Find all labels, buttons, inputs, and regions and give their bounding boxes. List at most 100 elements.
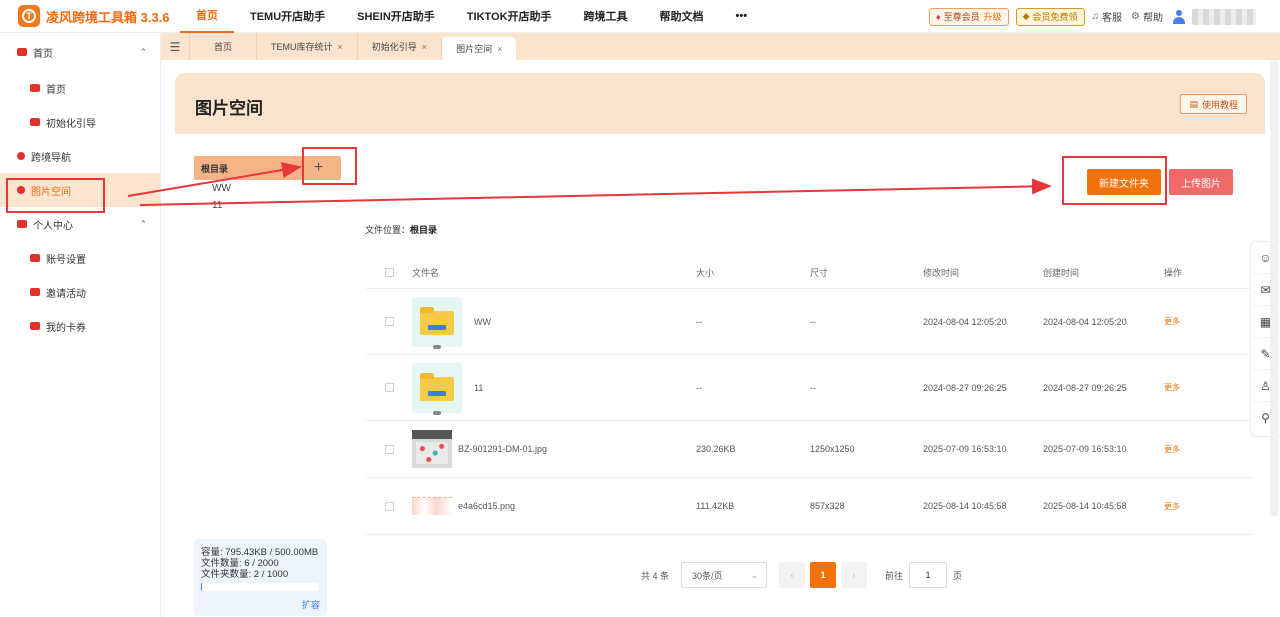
row-checkbox[interactable] [384, 383, 394, 392]
service-label: 客服 [1102, 13, 1123, 24]
tab-item[interactable]: 初始化引导 × [356, 33, 441, 60]
file-name[interactable]: 11 [474, 383, 483, 393]
sidebar-item[interactable]: 邀请活动 [0, 275, 160, 309]
user-name-blurred[interactable] [1192, 8, 1256, 25]
image-thumbnail[interactable] [412, 497, 452, 515]
top-nav-item[interactable]: ••• [720, 0, 764, 33]
help-link[interactable]: ⚙ 帮助 [1131, 9, 1163, 24]
row-checkbox[interactable] [384, 317, 394, 326]
avatar[interactable] [1172, 9, 1186, 24]
close-icon[interactable]: × [338, 42, 343, 52]
crown-icon: ♦ [935, 11, 941, 22]
store-icon [30, 322, 40, 330]
tab-item[interactable]: 首页 [189, 33, 256, 60]
sidebar-item[interactable]: 跨境导航 [0, 139, 160, 173]
free-member-button[interactable]: ◆ 会员免费领 [1015, 7, 1085, 26]
quota-file-count: 文件数量: 6 / 2000 [201, 558, 279, 569]
top-nav-item[interactable]: TIKTOK开店助手 [451, 0, 568, 33]
folder-thumbnail[interactable] [412, 296, 462, 349]
folder-list: WW 11 [194, 180, 341, 214]
sidebar-item[interactable]: 首页 [0, 71, 160, 105]
next-page-button[interactable]: › [841, 562, 868, 588]
col-dimensions: 尺寸 [810, 268, 829, 278]
more-actions-link[interactable]: 更多 [1164, 445, 1180, 454]
chevron-down-icon: ⌄ [750, 569, 759, 580]
app-logo[interactable]: T 凌风跨境工具箱 3.3.6 [18, 5, 180, 27]
tutorial-button[interactable]: ▤ 使用教程 [1180, 94, 1247, 114]
folder-thumbnail[interactable] [412, 362, 462, 415]
row-checkbox[interactable] [384, 501, 394, 511]
pagination: 共 4 条 30条/页 ⌄ ‹ 1 › 前往 1 页 [641, 562, 962, 588]
col-modified: 修改时间 [923, 268, 960, 278]
col-created: 创建时间 [1043, 268, 1080, 278]
page-size-select[interactable]: 30条/页 ⌄ [681, 562, 768, 588]
close-icon[interactable]: × [497, 44, 502, 54]
location-label: 文件位置： [365, 225, 411, 235]
file-name[interactable]: WW [474, 317, 491, 327]
scrollbar[interactable] [1270, 60, 1278, 516]
help-label: 帮助 [1143, 13, 1163, 24]
total-count: 共 4 条 [641, 570, 670, 581]
page-number-current[interactable]: 1 [810, 562, 837, 588]
sidebar-item[interactable]: 初始化引导 [0, 105, 160, 139]
upload-image-button[interactable]: 上传图片 [1169, 169, 1233, 195]
chevron-up-icon[interactable]: ⌃ [139, 47, 147, 58]
quota-progress-bar [201, 583, 319, 591]
chevron-up-icon[interactable]: ⌃ [139, 219, 147, 230]
table-row[interactable]: BZ-901291-DM-01.jpg 230.26KB 1250x1250 2025… [366, 421, 1253, 478]
table-body: WW -- -- 2024-08-04 12:05:20 2024-08-04 12:0… [366, 289, 1253, 535]
upgrade-label: 升级 [983, 12, 1002, 22]
actions-cell: 更多 [1164, 316, 1244, 327]
row-checkbox[interactable] [384, 444, 394, 454]
expand-link[interactable]: 扩容 [302, 600, 320, 611]
select-all-checkbox[interactable] [384, 268, 394, 277]
store-icon [30, 118, 40, 126]
table-row[interactable]: e4a6cd15.png 111.42KB 857x328 2025-08-14 10… [366, 478, 1253, 535]
file-created: 2025-07-09 16:53:10 [1043, 444, 1127, 454]
vip-upgrade-button[interactable]: ♦ 至尊会员 升级 [928, 7, 1009, 26]
more-actions-link[interactable]: 更多 [1164, 383, 1180, 392]
top-nav-item[interactable]: 跨境工具 [568, 0, 644, 33]
sidebar-item[interactable]: 账号设置 [0, 241, 160, 275]
folder-badge-dot [433, 410, 441, 415]
sidebar-item-label: 我的卡券 [46, 322, 86, 334]
file-dimensions: -- [810, 316, 816, 327]
table-row[interactable]: 11 -- -- 2024-08-27 09:26:25 2024-08-27 09:2… [366, 355, 1253, 421]
file-size: 230.26KB [696, 444, 736, 454]
top-nav-item[interactable]: SHEIN开店助手 [341, 0, 451, 33]
store-icon [30, 84, 40, 92]
top-right-actions: ♦ 至尊会员 升级 ◆ 会员免费领 ♫ 客服 ⚙ 帮助 [928, 0, 1280, 33]
more-actions-link[interactable]: 更多 [1164, 502, 1180, 511]
file-dimensions: 857x328 [810, 501, 845, 511]
menu-collapse-icon[interactable]: ☰ [161, 40, 189, 54]
top-nav-item[interactable]: TEMU开店助手 [234, 0, 341, 33]
actions-cell: 更多 [1164, 382, 1244, 393]
close-icon[interactable]: × [422, 42, 427, 52]
goto-suffix: 页 [953, 570, 963, 581]
page-size-value: 30条/页 [692, 570, 723, 581]
file-size: -- [696, 382, 702, 393]
file-modified: 2025-07-09 16:53:10 [923, 444, 1007, 454]
top-nav-item[interactable]: 帮助文档 [644, 0, 720, 33]
service-link[interactable]: ♫ 客服 [1092, 9, 1123, 24]
file-name[interactable]: BZ-901291-DM-01.jpg [458, 444, 547, 454]
tabs: 首页 TEMU库存统计 × 初始化引导 × 图片空间 × [189, 33, 517, 60]
annotation-box-sidebar [6, 178, 105, 213]
image-thumbnail[interactable] [412, 430, 452, 468]
table-row[interactable]: WW -- -- 2024-08-04 12:05:20 2024-08-04 12:0… [366, 289, 1253, 355]
file-size: 111.42KB [696, 501, 735, 511]
tab-item[interactable]: 图片空间 × [441, 37, 517, 60]
goto-page-input[interactable]: 1 [909, 562, 948, 588]
sidebar-item-label: 账号设置 [46, 254, 86, 266]
tab-item[interactable]: TEMU库存统计 × [256, 33, 357, 60]
file-name[interactable]: e4a6cd15.png [458, 501, 515, 511]
prev-page-button[interactable]: ‹ [779, 562, 806, 588]
sidebar-item[interactable]: 首页 ⌃ [0, 35, 160, 69]
gear-icon: ⚙ [1131, 11, 1140, 22]
sidebar-item[interactable]: 我的卡券 [0, 309, 160, 343]
free-member-label: 会员免费领 [1032, 12, 1078, 22]
top-nav-item[interactable]: 首页 [180, 0, 234, 33]
file-size: -- [696, 316, 702, 327]
folder-item[interactable]: 11 [194, 197, 341, 214]
more-actions-link[interactable]: 更多 [1164, 317, 1180, 326]
